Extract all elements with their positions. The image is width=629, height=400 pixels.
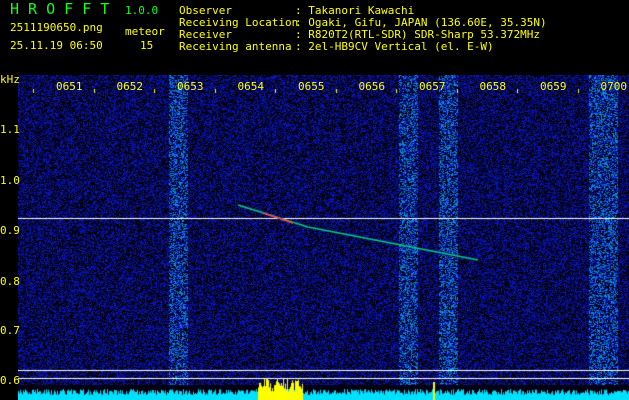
time-label: 0654	[237, 80, 265, 93]
freq-label: 0.8	[0, 275, 20, 288]
meteor-label: meteor	[125, 25, 165, 38]
app-version: 1.0.0	[125, 4, 159, 17]
time-label: 0700	[600, 80, 628, 93]
time-label: 0652	[116, 80, 144, 93]
freq-unit-label: kHz	[0, 73, 20, 86]
freq-label: 0.9	[0, 224, 20, 237]
time-label: 0655	[298, 80, 325, 93]
app-title: H R O F F T	[10, 0, 110, 18]
filename: 2511190650.png	[10, 21, 103, 34]
time-label: 0651	[56, 80, 83, 93]
time-label: 0658	[479, 80, 507, 93]
time-label: 0657	[419, 80, 446, 93]
antenna-label: Receiving antenna	[179, 40, 292, 53]
meteor-count: 15	[140, 39, 154, 52]
freq-label: 0.6	[0, 374, 20, 387]
freq-label: 1.1	[0, 123, 20, 136]
time-label: 0653	[177, 80, 204, 93]
time-label: 0659	[540, 80, 567, 93]
spectrogram	[18, 75, 629, 400]
time-label: 0656	[358, 80, 386, 93]
datetime: 25.11.19 06:50	[10, 39, 103, 52]
antenna-value: : 2el-HB9CV Vertical (el. E-W)	[295, 40, 494, 53]
freq-label: 0.7	[0, 324, 20, 337]
freq-label: 1.0	[0, 174, 20, 187]
